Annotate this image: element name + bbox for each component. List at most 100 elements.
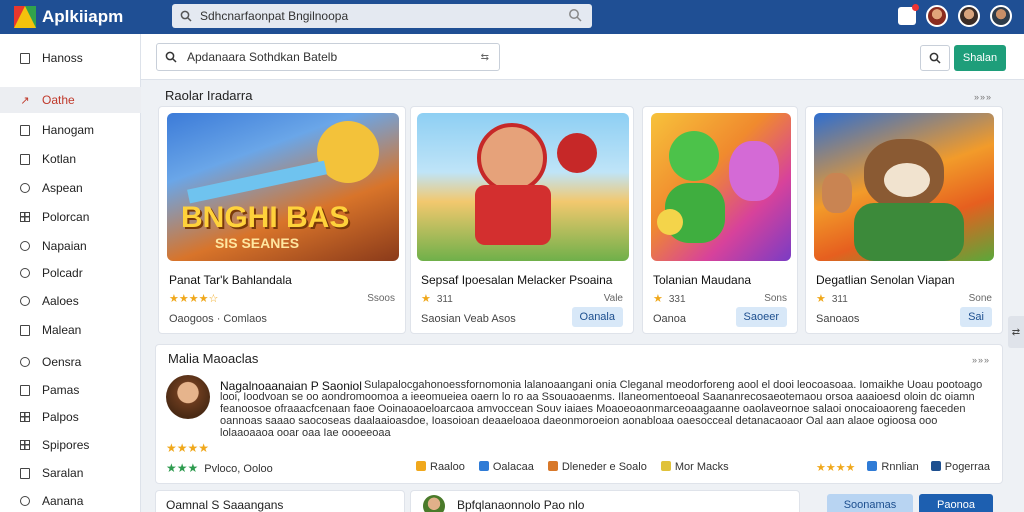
sidebar-item[interactable]: Aaloes bbox=[0, 288, 141, 314]
sidebar-item[interactable]: Saralan bbox=[0, 460, 141, 486]
reviewer-avatar[interactable] bbox=[166, 375, 210, 419]
game-meta: Ssoos bbox=[367, 293, 395, 304]
grid-icon bbox=[18, 211, 32, 223]
top-search-input[interactable]: Sdhcnarfaonpat Bngilnoopa bbox=[172, 4, 592, 28]
bottom-card[interactable]: Oamnal S Saaangans bbox=[155, 490, 405, 512]
secondary-button[interactable]: Soonamas bbox=[827, 494, 913, 512]
sidebar-item[interactable]: Aanana bbox=[0, 488, 141, 512]
sidebar-item-label: Napaian bbox=[42, 239, 87, 253]
rating-stars: ★ 331 bbox=[653, 293, 686, 305]
search-submit-icon[interactable] bbox=[568, 8, 582, 22]
game-developer: Saosian Veab Asos bbox=[421, 313, 516, 325]
sidebar-item[interactable]: Napaian bbox=[0, 233, 141, 259]
clock-icon bbox=[18, 267, 32, 279]
game-title[interactable]: Degatlian Senolan Viapan bbox=[816, 273, 955, 287]
sidebar-item-label: Polorcan bbox=[42, 210, 90, 224]
rating-stars: ★ 311 bbox=[421, 293, 453, 305]
sidebar-item[interactable]: Aspean bbox=[0, 175, 141, 201]
game-card[interactable]: Sepsaf Ipoesalan Melacker Psoaina ★ 311 V… bbox=[410, 106, 634, 334]
sidebar-item-label: Polcadr bbox=[42, 266, 83, 280]
sidebar-item[interactable]: Oensra bbox=[0, 349, 141, 375]
featured-more-link[interactable]: »»» bbox=[974, 92, 992, 102]
sidebar-item[interactable]: Palpos bbox=[0, 404, 141, 430]
game-meta: Sone bbox=[968, 293, 992, 304]
avatar bbox=[423, 495, 445, 512]
side-panel-handle[interactable]: ⇄ bbox=[1008, 316, 1024, 348]
sidebar-item[interactable]: Polorcan bbox=[0, 204, 141, 230]
info-icon bbox=[18, 495, 32, 507]
review-rating: ★★★★ bbox=[166, 441, 210, 455]
game-card[interactable]: Degatlian Senolan Viapan ★ 311 Sone Sanoa… bbox=[805, 106, 1003, 334]
sidebar-item[interactable]: Pamas bbox=[0, 377, 141, 403]
game-title[interactable]: Tolanian Maudana bbox=[653, 273, 751, 287]
top-bar: Aplkiiapm Sdhcnarfaonpat Bngilnoopa bbox=[0, 0, 1024, 34]
list-icon bbox=[18, 411, 32, 423]
rating-stars: ★★★★☆ bbox=[169, 293, 219, 305]
review-tag[interactable]: Mor Macks bbox=[660, 461, 729, 473]
game-thumbnail bbox=[814, 113, 994, 261]
main-header: Apdanaara Sothdkan Batelb ⇆ Shalan bbox=[141, 34, 1024, 80]
main-search-input[interactable]: Apdanaara Sothdkan Batelb ⇆ bbox=[156, 43, 500, 71]
search-icon bbox=[929, 52, 941, 64]
app-logo[interactable]: Aplkiiapm bbox=[14, 6, 164, 28]
sidebar-item[interactable]: ↗ Oathe bbox=[0, 87, 141, 113]
sidebar-item-label: Spipores bbox=[42, 438, 90, 452]
rating-stars: ★ 311 bbox=[816, 293, 848, 305]
game-art-subtitle: SIS SEANES bbox=[215, 235, 300, 251]
review-rating-secondary: ★★★ Pvloco, Ooloo bbox=[166, 461, 273, 475]
install-button[interactable]: Oanala bbox=[571, 307, 623, 327]
install-button[interactable]: Sai bbox=[960, 307, 992, 327]
top-right-actions bbox=[898, 4, 1012, 27]
game-meta: Vale bbox=[603, 293, 623, 304]
game-developer: Oaogoos · Comlaos bbox=[169, 313, 267, 325]
review-tag[interactable]: Raaloo bbox=[416, 461, 465, 473]
header-search-button[interactable] bbox=[920, 45, 950, 71]
chart-icon bbox=[18, 439, 32, 451]
sidebar-item-label: Oensra bbox=[42, 355, 82, 369]
install-button[interactable]: Saoeer bbox=[735, 307, 787, 327]
settings-icon bbox=[18, 295, 32, 307]
arrow-icon: ↗ bbox=[20, 94, 30, 107]
search-icon bbox=[180, 10, 192, 22]
sidebar-item-label: Aanana bbox=[42, 494, 84, 508]
bottom-card[interactable]: Bpfqlanaonnolo Pao nlo bbox=[410, 490, 800, 512]
sidebar-item[interactable]: Malean bbox=[0, 317, 141, 343]
mail-icon bbox=[18, 324, 32, 336]
header-action-button[interactable]: Shalan bbox=[954, 45, 1006, 71]
reviews-title: Malia Maoaclas bbox=[168, 351, 259, 366]
review-tag[interactable]: Dleneder e Soalo bbox=[547, 461, 647, 473]
game-developer: Sanoaos bbox=[816, 313, 860, 325]
filter-icon[interactable]: ⇆ bbox=[481, 52, 489, 63]
review-tag[interactable]: Pogerraa bbox=[930, 461, 990, 474]
home-icon bbox=[18, 153, 32, 165]
sidebar-item[interactable]: Hanogam bbox=[0, 117, 141, 143]
sidebar-item-label: Kotlan bbox=[42, 152, 77, 166]
review-tag[interactable]: Oalacaa bbox=[478, 461, 534, 473]
game-art-title: BNGHI BAS bbox=[181, 201, 350, 234]
sidebar: Hanoss ↗ Oathe Hanogam Kotlan Aspean Polorcan N… bbox=[0, 34, 141, 512]
review-tag[interactable]: Rnnlian bbox=[867, 461, 919, 474]
sidebar-item-label: Aaloes bbox=[42, 294, 79, 308]
tag-icon bbox=[18, 467, 32, 479]
notifications-icon[interactable] bbox=[898, 4, 919, 25]
avatar[interactable] bbox=[926, 5, 948, 27]
avatar[interactable] bbox=[958, 5, 980, 27]
game-title[interactable]: Panat Tar'k Bahlandala bbox=[169, 273, 292, 287]
game-title[interactable]: Sepsaf Ipoesalan Melacker Psoaina bbox=[421, 273, 612, 287]
game-card[interactable]: Tolanian Maudana ★ 331 Sons Oanoa Saoeer bbox=[642, 106, 798, 334]
sidebar-item[interactable]: Kotlan bbox=[0, 146, 141, 172]
sidebar-item[interactable]: Hanoss bbox=[0, 45, 141, 71]
avatar[interactable] bbox=[990, 5, 1012, 27]
sidebar-item[interactable]: Polcadr bbox=[0, 260, 141, 286]
primary-button[interactable]: Paonoa bbox=[919, 494, 993, 512]
gamepad-icon bbox=[18, 124, 32, 136]
review-tags: Raaloo Oalacaa Dleneder e Soalo Mor Mack… bbox=[416, 461, 729, 473]
sidebar-item-label: Oathe bbox=[42, 93, 75, 107]
game-card[interactable]: BNGHI BAS SIS SEANES Panat Tar'k Bahland… bbox=[158, 106, 406, 334]
reviews-more-link[interactable]: »»» bbox=[972, 355, 990, 365]
sidebar-item[interactable]: Spipores bbox=[0, 432, 141, 458]
bottom-card-title: Oamnal S Saaangans bbox=[166, 498, 284, 512]
featured-section-title: Raolar Iradarra bbox=[165, 88, 253, 103]
globe-icon bbox=[18, 182, 32, 194]
game-thumbnail: BNGHI BAS SIS SEANES bbox=[167, 113, 399, 261]
